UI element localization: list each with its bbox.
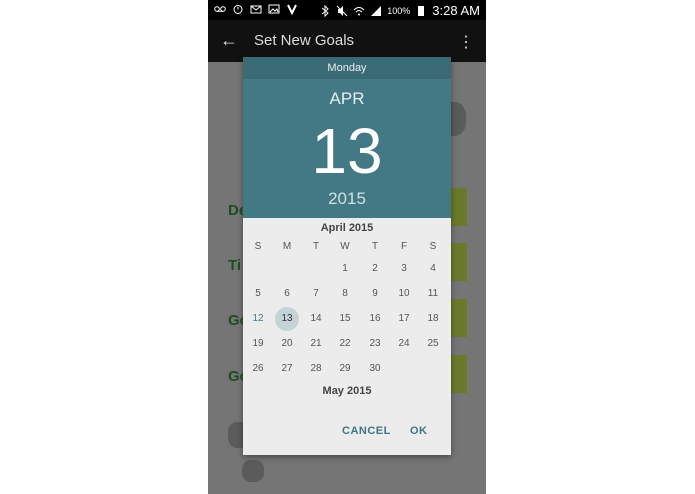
selected-weekday: Monday	[243, 57, 451, 79]
date-picker-dialog: Monday APR 13 2015 April 2015 S M T W T …	[243, 57, 451, 455]
clock: 3:28 AM	[432, 3, 480, 18]
selected-day[interactable]: 13	[243, 115, 451, 187]
background-decoration	[242, 460, 264, 482]
calendar-day[interactable]: 1	[333, 257, 357, 281]
field-button[interactable]	[451, 243, 467, 281]
photo-icon	[268, 4, 280, 14]
calendar-day[interactable]: 10	[392, 282, 416, 306]
calendar-day[interactable]: 8	[333, 282, 357, 306]
selected-year[interactable]: 2015	[243, 189, 451, 209]
status-icons-right: 100% 3:28 AM	[319, 3, 480, 18]
calendar-day[interactable]: 21	[304, 332, 328, 356]
field-button[interactable]	[451, 299, 467, 337]
phone-screen: 100% 3:28 AM ← Set New Goals ⋮ De Ti Go …	[208, 0, 486, 494]
calendar-day[interactable]: 19	[246, 332, 270, 356]
page-title: Set New Goals	[254, 32, 355, 49]
calendar-day[interactable]: 9	[363, 282, 387, 306]
selected-month[interactable]: APR	[243, 89, 451, 109]
calendar-day[interactable]: 24	[392, 332, 416, 356]
field-label: Ti	[228, 257, 242, 274]
day-header: M	[282, 241, 292, 252]
calendar-day[interactable]: 26	[246, 357, 270, 381]
day-header: S	[254, 241, 262, 252]
calendar-day[interactable]: 29	[333, 357, 357, 381]
calendar-day[interactable]: 16	[363, 307, 387, 331]
calendar-month-title: April 2015	[320, 222, 374, 234]
calendar-day[interactable]: 28	[304, 357, 328, 381]
calendar-day-today[interactable]: 12	[246, 307, 270, 331]
signal-icon	[371, 5, 382, 16]
overflow-menu-icon[interactable]: ⋮	[458, 32, 474, 52]
calendar-day[interactable]: 2	[363, 257, 387, 281]
calendar-day[interactable]: 3	[392, 257, 416, 281]
field-button[interactable]	[451, 355, 467, 393]
calendar-day[interactable]: 15	[333, 307, 357, 331]
status-bar: 100% 3:28 AM	[208, 0, 486, 20]
ok-button[interactable]: OK	[410, 425, 428, 437]
calendar-day[interactable]: 18	[421, 307, 445, 331]
calendar-day[interactable]: 6	[275, 282, 299, 306]
battery-percent: 100%	[387, 5, 411, 16]
calendar-day[interactable]: 5	[246, 282, 270, 306]
calendar-day[interactable]: 22	[333, 332, 357, 356]
calendar-day-selected[interactable]: 13	[275, 307, 299, 331]
battery-icon	[418, 5, 425, 16]
calendar-day[interactable]: 11	[421, 282, 445, 306]
field-button[interactable]	[451, 188, 467, 226]
next-month-title: May 2015	[322, 385, 372, 397]
day-header: S	[429, 241, 437, 252]
bluetooth-icon	[321, 4, 330, 17]
back-arrow-icon[interactable]: ←	[220, 30, 238, 51]
alarm-icon	[233, 5, 243, 14]
calendar-day[interactable]: 25	[421, 332, 445, 356]
calendar-day[interactable]: 20	[275, 332, 299, 356]
day-header: F	[400, 241, 408, 252]
calendar-day[interactable]: 17	[392, 307, 416, 331]
vine-icon	[287, 4, 297, 15]
calendar-day[interactable]: 30	[363, 357, 387, 381]
calendar-day[interactable]: 7	[304, 282, 328, 306]
calendar-day[interactable]: 23	[363, 332, 387, 356]
day-header: T	[371, 241, 379, 252]
date-picker-header: Monday APR 13 2015	[243, 57, 451, 218]
voicemail-icon	[214, 6, 226, 12]
cancel-button[interactable]: CANCEL	[342, 425, 391, 437]
wifi-icon	[353, 6, 365, 15]
day-header: T	[312, 241, 320, 252]
day-header: W	[340, 241, 350, 252]
calendar-day[interactable]: 4	[421, 257, 445, 281]
calendar-day[interactable]: 27	[275, 357, 299, 381]
mail-icon	[250, 5, 262, 14]
calendar-day[interactable]: 14	[304, 307, 328, 331]
mute-icon	[336, 5, 348, 16]
status-icons-left	[214, 3, 298, 15]
app-bar: ← Set New Goals ⋮	[208, 20, 486, 62]
